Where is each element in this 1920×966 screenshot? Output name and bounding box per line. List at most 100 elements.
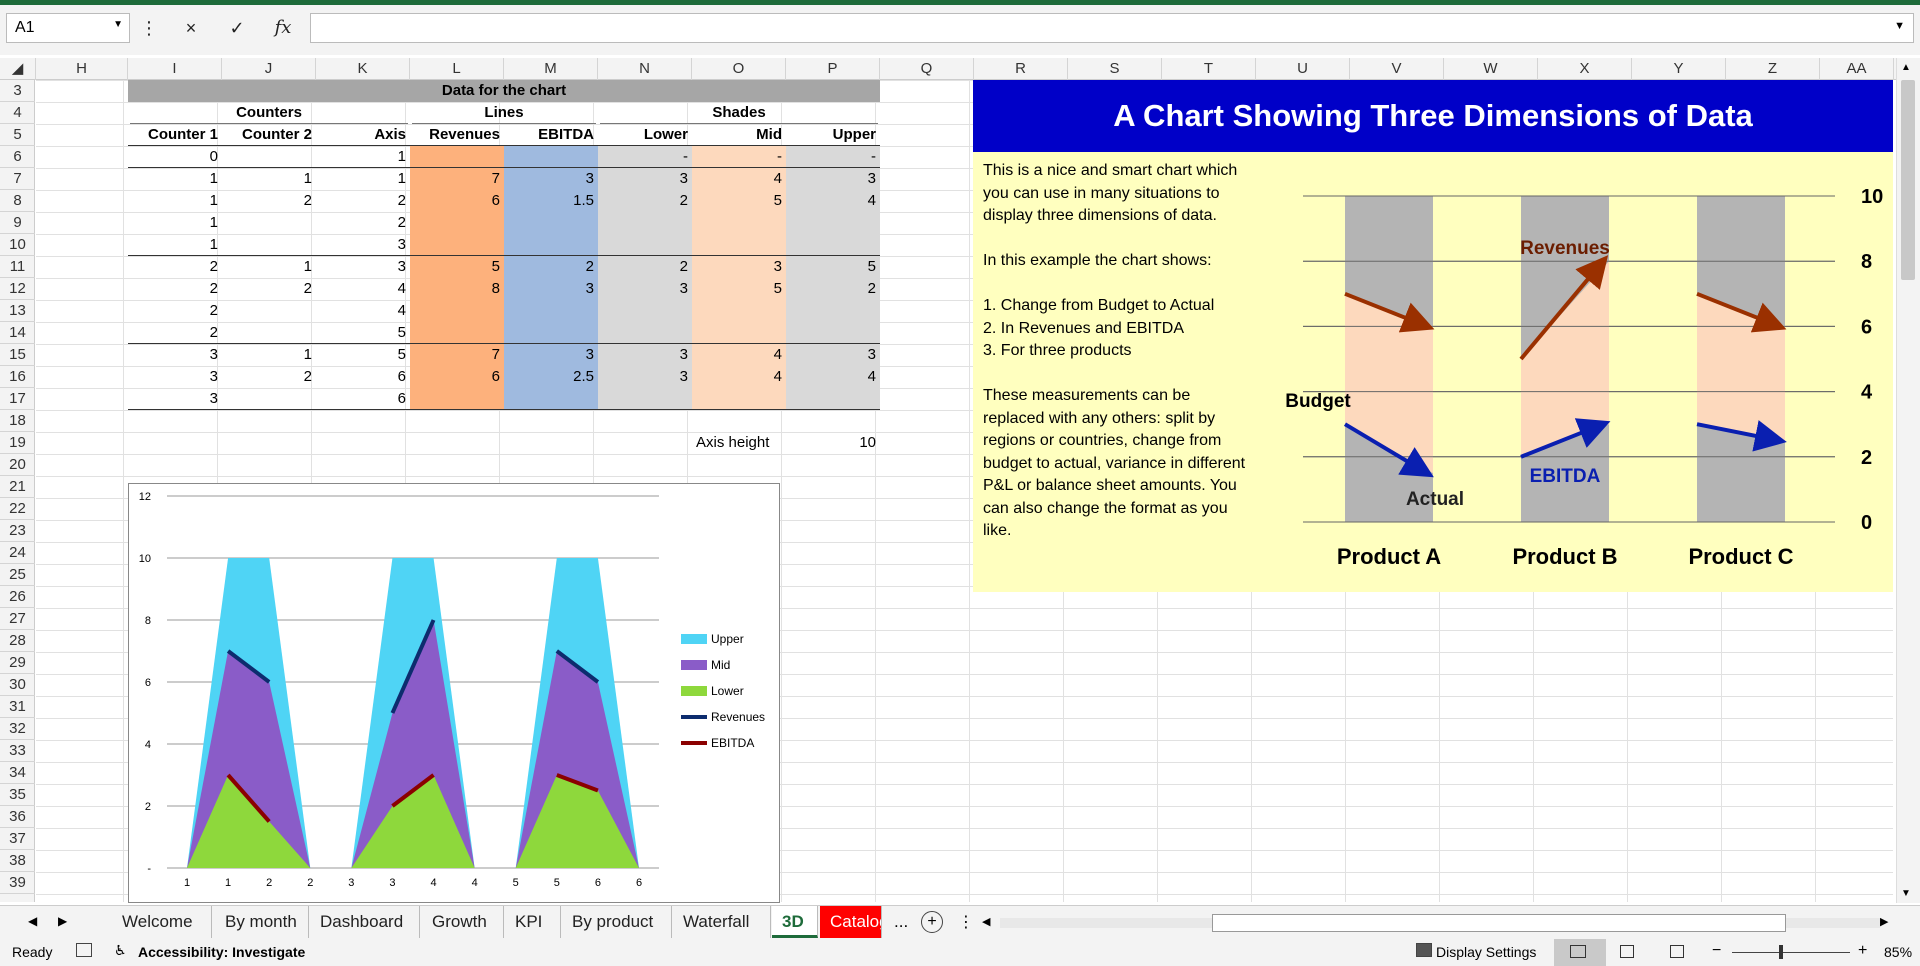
zoom-slider[interactable] <box>1732 952 1850 953</box>
vertical-scroll-thumb[interactable] <box>1901 80 1915 280</box>
table-cell[interactable]: 3 <box>504 278 598 300</box>
table-cell[interactable]: 3 <box>598 366 692 388</box>
column-header[interactable]: S <box>1068 58 1162 80</box>
column-header[interactable]: N <box>598 58 692 80</box>
table-cell[interactable]: 1 <box>128 168 222 190</box>
table-cell[interactable]: 3 <box>128 344 222 366</box>
table-cell[interactable] <box>692 234 786 256</box>
table-cell[interactable]: 2 <box>786 278 880 300</box>
table-cell[interactable]: 3 <box>786 168 880 190</box>
table-cell[interactable]: 3 <box>128 388 222 410</box>
table-column-header[interactable]: Counter 2 <box>222 124 316 146</box>
table-cell[interactable]: 7 <box>410 344 504 366</box>
group-header-counters[interactable]: Counters <box>128 102 410 124</box>
row-header[interactable]: 30 <box>0 674 35 696</box>
table-cell[interactable] <box>504 234 598 256</box>
column-header[interactable]: U <box>1256 58 1350 80</box>
row-header[interactable]: 18 <box>0 410 35 432</box>
table-cell[interactable] <box>598 322 692 344</box>
table-cell[interactable] <box>692 212 786 234</box>
more-options-icon[interactable]: ⋮ <box>134 13 164 43</box>
column-header[interactable]: Y <box>1632 58 1726 80</box>
table-cell[interactable]: 1.5 <box>504 190 598 212</box>
tab-by-product[interactable]: By product <box>562 906 672 938</box>
zoom-level[interactable]: 85% <box>1884 944 1912 960</box>
table-cell[interactable]: 1 <box>316 146 410 168</box>
vertical-scrollbar[interactable]: ▲ ▼ <box>1896 58 1920 903</box>
table-cell[interactable]: 2 <box>222 190 316 212</box>
insert-function-icon[interactable]: fx <box>264 13 302 43</box>
table-cell[interactable] <box>598 388 692 410</box>
chevron-down-icon[interactable]: ▼ <box>113 19 123 30</box>
table-cell[interactable]: 4 <box>692 168 786 190</box>
row-header[interactable]: 14 <box>0 322 35 344</box>
tab-dashboard[interactable]: Dashboard <box>310 906 420 938</box>
table-cell[interactable]: 3 <box>504 344 598 366</box>
row-header[interactable]: 19 <box>0 432 35 454</box>
column-header[interactable]: V <box>1350 58 1444 80</box>
column-header[interactable]: K <box>316 58 410 80</box>
row-header[interactable]: 26 <box>0 586 35 608</box>
table-cell[interactable] <box>786 322 880 344</box>
row-header[interactable]: 12 <box>0 278 35 300</box>
row-header[interactable]: 22 <box>0 498 35 520</box>
group-header-shades[interactable]: Shades <box>598 102 880 124</box>
row-header[interactable]: 29 <box>0 652 35 674</box>
axis-height-label[interactable]: Axis height <box>692 432 786 454</box>
table-cell[interactable] <box>598 300 692 322</box>
table-cell[interactable]: 2 <box>316 212 410 234</box>
three-dimension-chart[interactable]: 0 2 4 6 8 10 Product A Product B Product C Revenu… <box>973 80 1893 592</box>
row-header[interactable]: 6 <box>0 146 35 168</box>
hscroll-left-icon[interactable]: ◀ <box>982 915 990 928</box>
table-cell[interactable]: 2 <box>222 366 316 388</box>
table-cell[interactable]: 3 <box>692 256 786 278</box>
table-cell[interactable]: 5 <box>410 256 504 278</box>
column-header[interactable]: M <box>504 58 598 80</box>
table-cell[interactable]: 5 <box>316 344 410 366</box>
table-cell[interactable]: 6 <box>410 190 504 212</box>
table-cell[interactable]: 2 <box>128 300 222 322</box>
table-cell[interactable] <box>692 388 786 410</box>
table-cell[interactable]: 7 <box>410 168 504 190</box>
table-cell[interactable]: 2 <box>128 322 222 344</box>
display-settings[interactable]: Display Settings <box>1436 944 1536 960</box>
table-cell[interactable]: 2 <box>598 256 692 278</box>
table-column-header[interactable]: Upper <box>786 124 880 146</box>
table-cell[interactable]: 4 <box>316 300 410 322</box>
table-cell[interactable] <box>786 212 880 234</box>
table-cell[interactable] <box>598 212 692 234</box>
table-cell[interactable]: 0 <box>128 146 222 168</box>
row-header[interactable]: 34 <box>0 762 35 784</box>
row-header[interactable]: 4 <box>0 102 35 124</box>
add-sheet-icon[interactable]: + <box>921 911 943 933</box>
table-cell[interactable]: 4 <box>786 366 880 388</box>
row-header[interactable]: 20 <box>0 454 35 476</box>
accessibility-status[interactable]: Accessibility: Investigate <box>138 944 305 960</box>
row-header[interactable]: 11 <box>0 256 35 278</box>
table-column-header[interactable]: Revenues <box>410 124 504 146</box>
row-header[interactable]: 23 <box>0 520 35 542</box>
column-header[interactable]: O <box>692 58 786 80</box>
column-header[interactable]: Q <box>880 58 974 80</box>
row-header[interactable]: 16 <box>0 366 35 388</box>
table-cell[interactable]: 1 <box>128 212 222 234</box>
row-header[interactable]: 8 <box>0 190 35 212</box>
row-header[interactable]: 3 <box>0 80 35 102</box>
table-cell[interactable] <box>222 388 316 410</box>
table-column-header[interactable]: Counter 1 <box>128 124 222 146</box>
column-header[interactable]: P <box>786 58 880 80</box>
row-header[interactable]: 32 <box>0 718 35 740</box>
page-break-icon[interactable] <box>1670 945 1684 958</box>
table-cell[interactable]: 3 <box>504 168 598 190</box>
row-header[interactable]: 31 <box>0 696 35 718</box>
row-header[interactable]: 39 <box>0 872 35 894</box>
table-cell[interactable] <box>504 388 598 410</box>
table-cell[interactable] <box>222 300 316 322</box>
tab-3d[interactable]: 3D <box>772 906 818 938</box>
column-header[interactable]: T <box>1162 58 1256 80</box>
column-header[interactable]: I <box>128 58 222 80</box>
table-cell[interactable]: 6 <box>316 388 410 410</box>
table-cell[interactable]: - <box>786 146 880 168</box>
row-header[interactable]: 13 <box>0 300 35 322</box>
row-header[interactable]: 9 <box>0 212 35 234</box>
